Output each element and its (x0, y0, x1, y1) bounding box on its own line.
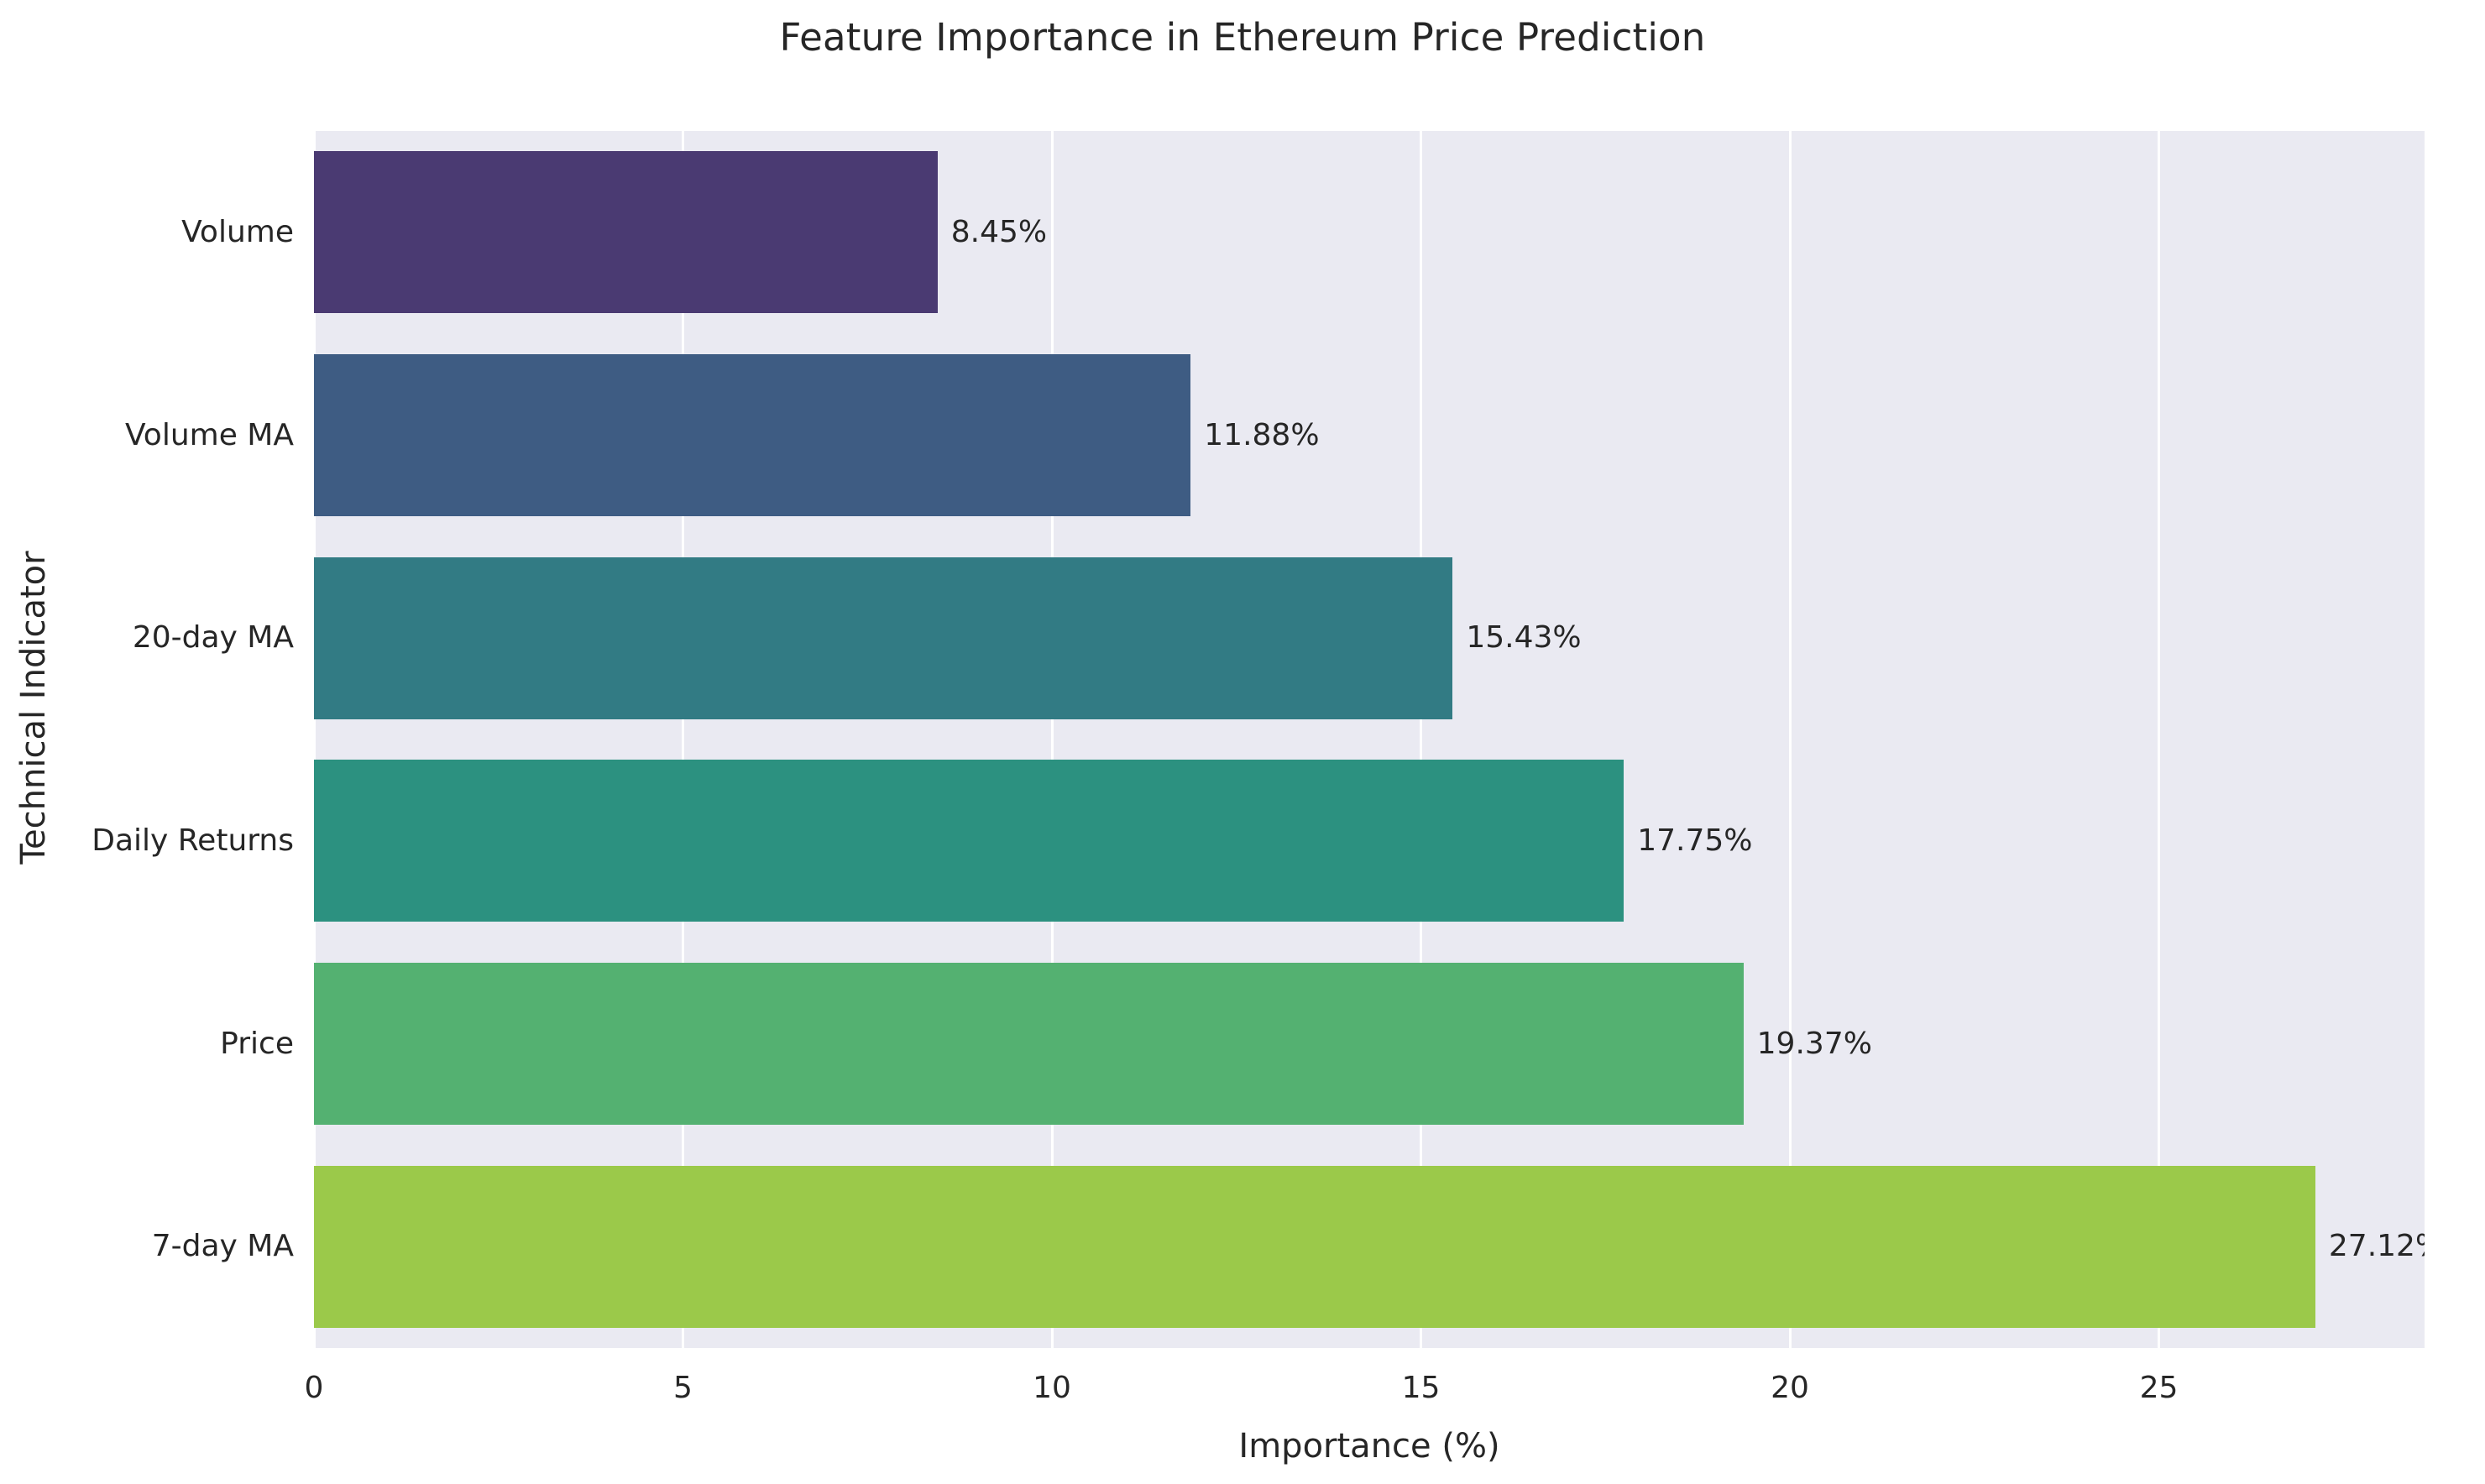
bar[interactable] (314, 556, 1453, 719)
x-tick-label: 20 (1771, 1371, 1809, 1405)
bar-value-label: 15.43% (1466, 620, 1582, 656)
x-axis-title: Importance (%) (1238, 1427, 1500, 1466)
x-tick-label: 15 (1401, 1371, 1441, 1405)
figure-canvas: Feature Importance in Ethereum Price Pre… (0, 0, 2485, 1484)
x-tick-label: 5 (673, 1371, 693, 1405)
x-tick-label: 25 (2139, 1371, 2179, 1405)
x-tick-label: 10 (1033, 1371, 1071, 1405)
bar[interactable] (314, 151, 938, 314)
bar-value-label: 19.37% (1756, 1026, 1872, 1061)
y-axis-title: Technical Indicator (14, 551, 53, 865)
x-tick-label: 0 (304, 1371, 324, 1405)
y-tick-label: 7-day MA (151, 1229, 294, 1264)
bar-value-label: 11.88% (1204, 417, 1320, 452)
bar-value-label: 27.12% (2328, 1229, 2425, 1264)
bar-value-label: 8.45% (950, 214, 1048, 249)
bar[interactable] (314, 1165, 2315, 1328)
bar-value-label: 17.75% (1637, 823, 1753, 858)
y-tick-label: Volume (181, 214, 294, 249)
bar[interactable] (314, 760, 1624, 922)
bar[interactable] (314, 963, 1744, 1125)
chart-title: Feature Importance in Ethereum Price Pre… (779, 15, 1706, 60)
plot-area: 8.45% 11.88% 15.43% 17.75% 19.37% 27.12% (314, 131, 2425, 1348)
bar[interactable] (314, 354, 1191, 516)
y-tick-label: Price (220, 1026, 294, 1061)
